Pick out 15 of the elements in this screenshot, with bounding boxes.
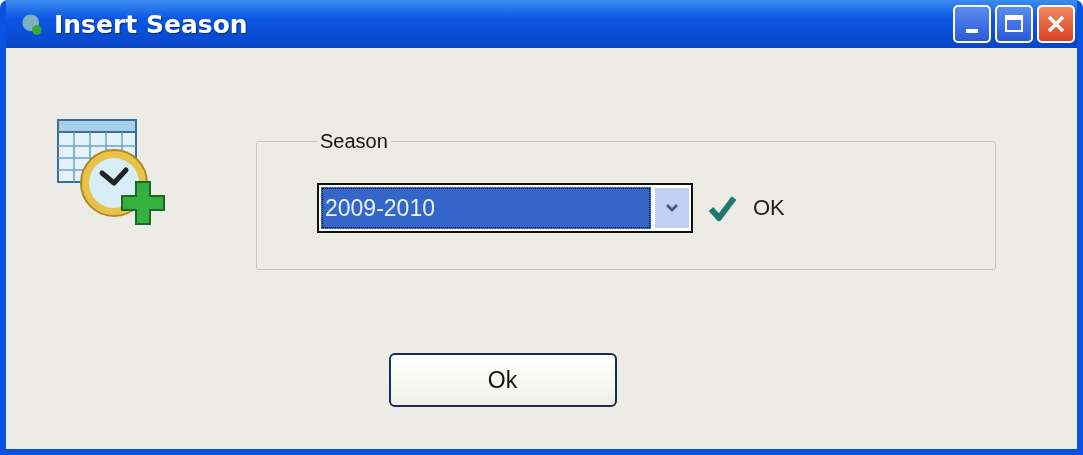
minimize-button[interactable] [953, 5, 991, 43]
check-icon [707, 194, 737, 222]
window-title: Insert Season [54, 9, 248, 39]
maximize-button[interactable] [995, 5, 1033, 43]
checkbox-label: OK [753, 195, 785, 221]
dropdown-value: 2009-2010 [321, 187, 651, 229]
group-legend: Season [317, 130, 391, 153]
chevron-down-icon [664, 202, 680, 214]
checkbox[interactable] [707, 193, 737, 223]
close-button[interactable] [1037, 5, 1075, 43]
dropdown-arrow-button[interactable] [655, 188, 689, 228]
season-dropdown[interactable]: 2009-2010 [317, 183, 693, 233]
app-icon [20, 12, 44, 36]
ok-button[interactable]: Ok [388, 353, 617, 407]
minimize-icon [966, 29, 978, 33]
